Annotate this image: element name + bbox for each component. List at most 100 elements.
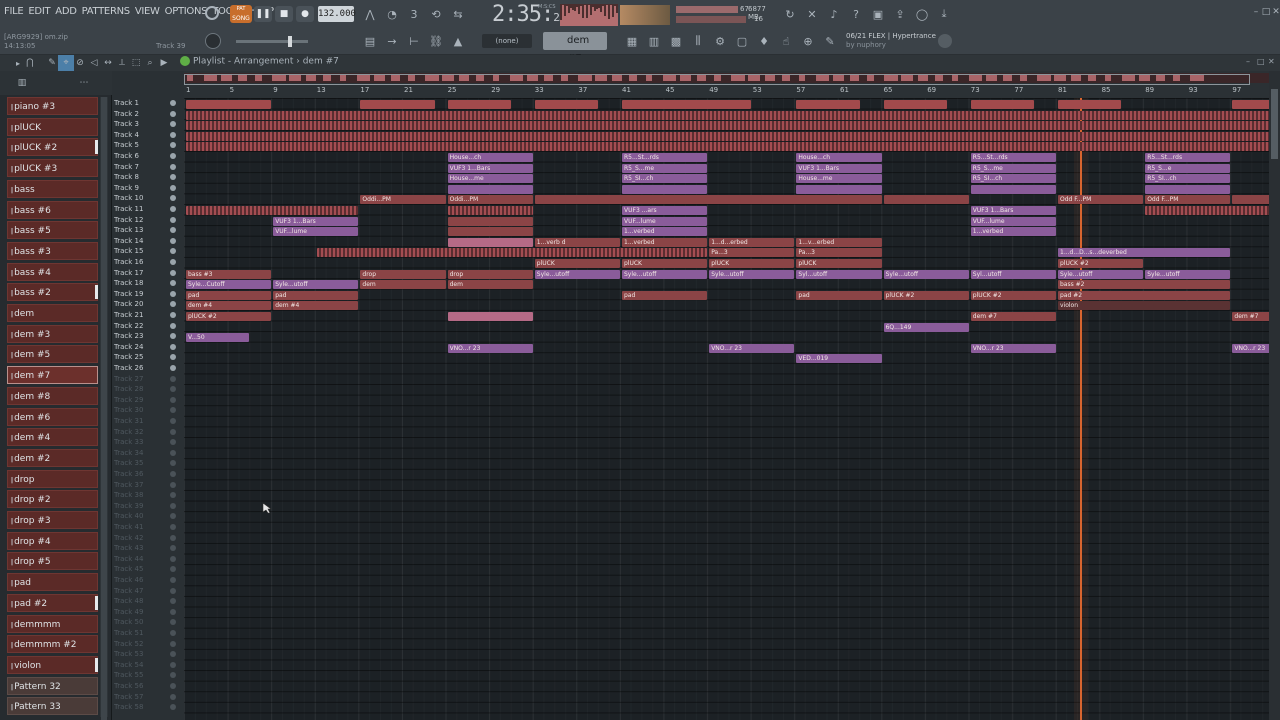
track-name[interactable]: Track 9 bbox=[114, 183, 168, 193]
picker-scrollbar[interactable] bbox=[100, 97, 108, 720]
playlist-clip[interactable]: R5_S...e bbox=[1145, 163, 1231, 173]
playlist-clip[interactable]: R5_S...me bbox=[622, 163, 708, 173]
playlist-clip[interactable]: pad bbox=[622, 290, 708, 300]
arrow-icon[interactable]: → bbox=[384, 33, 400, 49]
pattern-item[interactable]: bass #5 bbox=[7, 221, 98, 240]
playlist-clip[interactable]: Syle...utoff bbox=[709, 269, 795, 279]
pattern-item[interactable]: drop #2 bbox=[7, 490, 98, 509]
playlist-clip[interactable] bbox=[883, 100, 947, 109]
pause-button[interactable]: ❚❚ bbox=[254, 6, 272, 22]
track-name[interactable]: Track 19 bbox=[114, 289, 168, 299]
track-mute-toggle[interactable] bbox=[170, 237, 176, 244]
track-name[interactable]: Track 46 bbox=[114, 575, 168, 585]
pattern-item[interactable]: drop #5 bbox=[7, 552, 98, 571]
playlist-clip[interactable]: Pa...3 bbox=[796, 248, 882, 258]
playlist-clip[interactable] bbox=[316, 248, 708, 258]
track-mute-toggle[interactable] bbox=[170, 206, 176, 212]
track-name[interactable]: Track 34 bbox=[114, 448, 168, 458]
track-name[interactable]: Track 26 bbox=[114, 363, 168, 373]
track-mute-toggle[interactable] bbox=[170, 492, 176, 499]
window-maximize-icon[interactable]: □ bbox=[1257, 57, 1267, 67]
playlist-clip[interactable]: House...ch bbox=[796, 153, 882, 162]
playlist-clip[interactable]: plUCK bbox=[534, 259, 620, 268]
playlist-clip[interactable]: R5_SI...ch bbox=[1145, 174, 1231, 184]
track-name[interactable]: Track 35 bbox=[114, 458, 168, 468]
playlist-clip[interactable]: Odd F...PM bbox=[1058, 195, 1144, 205]
playlist-clip[interactable]: Syle...utoff bbox=[883, 269, 969, 279]
track-mute-toggle[interactable] bbox=[170, 280, 176, 287]
countdown-icon[interactable]: 3 bbox=[406, 6, 422, 22]
playlist-clip[interactable]: pad bbox=[273, 290, 359, 300]
track-name[interactable]: Track 48 bbox=[114, 596, 168, 606]
pattern-item[interactable]: dem bbox=[7, 304, 98, 322]
playlist-clip[interactable] bbox=[186, 110, 1269, 120]
track-name[interactable]: Track 30 bbox=[114, 405, 168, 415]
master-pitch-slider[interactable] bbox=[236, 36, 308, 47]
playlist-clip[interactable] bbox=[447, 237, 533, 247]
pattern-item[interactable]: demmmm bbox=[7, 614, 98, 633]
plugin-icon[interactable]: ⚙ bbox=[712, 33, 728, 49]
track-name[interactable]: Track 15 bbox=[114, 246, 168, 256]
snap-selector[interactable]: (none) bbox=[482, 34, 532, 48]
piano-roll-icon[interactable]: ▥ bbox=[646, 33, 662, 49]
menu-patterns[interactable]: PATTERNS bbox=[82, 6, 131, 17]
track-mute-toggle[interactable] bbox=[170, 471, 176, 477]
menu-edit[interactable]: EDIT bbox=[28, 6, 50, 17]
track-mute-toggle[interactable] bbox=[170, 481, 176, 488]
stamp-icon[interactable]: ▲ bbox=[450, 33, 466, 49]
track-name[interactable]: Track 2 bbox=[114, 109, 168, 119]
track-name[interactable]: Track 57 bbox=[114, 692, 168, 702]
track-mute-toggle[interactable] bbox=[170, 269, 176, 276]
snap-icon[interactable]: ⋀ bbox=[362, 6, 378, 22]
song-mode-button[interactable]: PAT SONG bbox=[230, 5, 252, 23]
playlist-clip[interactable]: plUCK #2 bbox=[970, 290, 1056, 300]
track-name[interactable]: Track 33 bbox=[114, 437, 168, 447]
step-icon[interactable]: ⊢ bbox=[406, 33, 422, 49]
playlist-clip[interactable] bbox=[447, 100, 511, 109]
playlist-clip[interactable]: VUF3 1...Bars bbox=[447, 163, 533, 173]
pattern-selector[interactable]: dem #7 bbox=[543, 32, 607, 64]
track-name[interactable]: Track 47 bbox=[114, 586, 168, 596]
track-mute-toggle[interactable] bbox=[170, 513, 176, 520]
track-mute-toggle[interactable] bbox=[170, 598, 176, 605]
track-name[interactable]: Track 17 bbox=[114, 268, 168, 278]
keyboard-icon[interactable]: ▤ bbox=[362, 33, 378, 49]
track-mute-toggle[interactable] bbox=[170, 577, 176, 583]
playlist-clip[interactable]: pad bbox=[186, 290, 272, 300]
track-name[interactable]: Track 4 bbox=[114, 130, 168, 140]
track-mute-toggle[interactable] bbox=[170, 683, 176, 689]
track-name[interactable]: Track 1 bbox=[114, 98, 168, 108]
playlist-clip[interactable]: 1...d...D...s...deverbed bbox=[1058, 248, 1231, 258]
track-mute-toggle[interactable] bbox=[170, 661, 176, 668]
menu-view[interactable]: VIEW bbox=[135, 6, 160, 17]
track-mute-toggle[interactable] bbox=[170, 174, 176, 181]
playlist-clip[interactable]: 1...d...erbed bbox=[709, 237, 795, 247]
magnet-icon[interactable]: ⋂ bbox=[22, 55, 38, 71]
pattern-item[interactable]: Pattern 32 bbox=[7, 676, 98, 695]
playlist-clip[interactable]: VNO...r 23 bbox=[709, 343, 795, 353]
track-mute-toggle[interactable] bbox=[170, 184, 176, 191]
track-name[interactable]: Track 58 bbox=[114, 702, 168, 712]
playlist-clip[interactable]: drop bbox=[360, 269, 446, 279]
track-mute-toggle[interactable] bbox=[170, 460, 176, 467]
track-name[interactable]: Track 22 bbox=[114, 321, 168, 331]
news-icon[interactable]: ✎ bbox=[822, 33, 838, 49]
pattern-item[interactable]: dem #4 bbox=[7, 428, 98, 447]
track-name[interactable]: Track 45 bbox=[114, 564, 168, 574]
track-mute-toggle[interactable] bbox=[170, 704, 176, 711]
record-mode-icon[interactable] bbox=[205, 6, 219, 20]
playlist-clip[interactable]: drop bbox=[447, 269, 533, 279]
playlist-clip[interactable]: Syle...utoff bbox=[273, 280, 359, 290]
pattern-item[interactable]: bass #2 bbox=[7, 283, 98, 302]
track-mute-toggle[interactable] bbox=[170, 640, 176, 647]
playlist-clip[interactable]: VUF...lume bbox=[970, 216, 1056, 226]
playlist-clip[interactable]: 1...verb d bbox=[534, 237, 620, 247]
playlist-clip[interactable]: 6Q...149 bbox=[883, 322, 969, 332]
track-mute-toggle[interactable] bbox=[170, 163, 176, 170]
track-mute-toggle[interactable] bbox=[170, 555, 176, 562]
playlist-clip[interactable]: Pa...3 bbox=[709, 248, 795, 258]
pattern-item[interactable]: pad bbox=[7, 573, 98, 592]
pattern-item[interactable]: bass #4 bbox=[7, 262, 98, 281]
playlist-clip[interactable] bbox=[534, 100, 599, 109]
playlist-clip[interactable] bbox=[360, 100, 435, 109]
